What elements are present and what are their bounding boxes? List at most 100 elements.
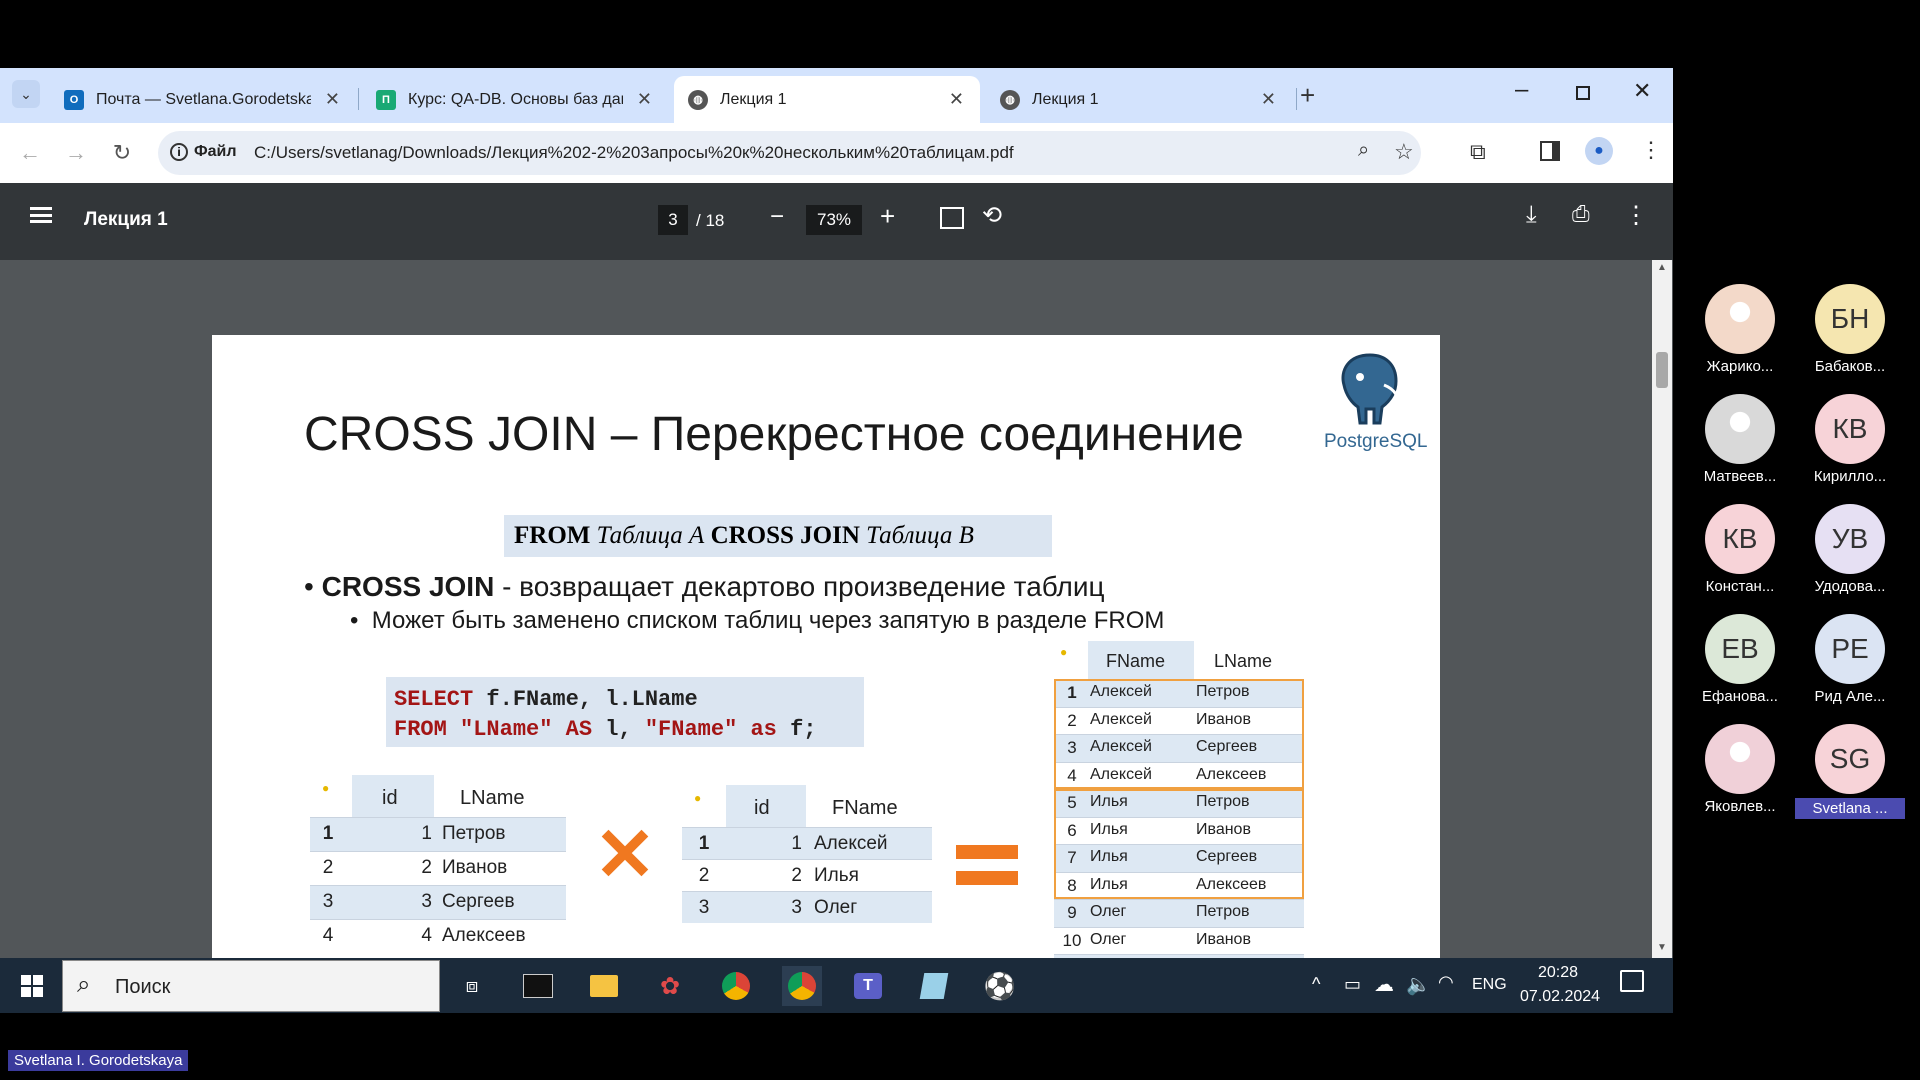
row-number: 2 (698, 865, 710, 886)
extensions-icon[interactable]: ⧉ (1470, 139, 1486, 165)
scroll-down-icon[interactable]: ▼ (1657, 942, 1667, 953)
browser-menu-icon[interactable]: ⋮ (1640, 137, 1662, 163)
syntax-table-b: Таблица В (866, 522, 974, 549)
sql-select-keyword: SELECT (394, 687, 474, 712)
tab-mail[interactable]: O Почта — Svetlana.Gorodetskaya ✕ (50, 76, 356, 123)
clock-date[interactable]: 07.02.2024 (1520, 988, 1600, 1006)
pdf-more-icon[interactable]: ⋮ (1624, 201, 1648, 230)
profile-icon[interactable]: ● (1585, 137, 1613, 165)
minimize-icon[interactable]: – (1515, 76, 1528, 104)
pdf-title: Лекция 1 (84, 209, 168, 230)
close-tab-icon[interactable]: ✕ (949, 89, 964, 110)
zoom-search-icon[interactable]: ⌕ (1358, 139, 1369, 162)
bookmark-star-icon[interactable]: ☆ (1394, 139, 1414, 165)
participant-tile[interactable]: УВ Удодова... (1795, 504, 1905, 595)
cell-fname: Олег (1090, 903, 1127, 920)
wifi-icon[interactable]: ◠ (1438, 972, 1454, 993)
tab-list-chevron-icon[interactable]: ⌄ (12, 80, 40, 108)
sql-table-lname: "LName" (446, 717, 553, 742)
column-header-fname: FName (1106, 651, 1166, 671)
cell-lname: Иванов (442, 857, 508, 878)
file-explorer-icon[interactable] (584, 966, 624, 1006)
omnibox[interactable]: i Файл C:/Users/svetlanag/Downloads/Лекц… (158, 131, 1421, 175)
avatar: РЕ (1815, 614, 1885, 684)
cell-fname: Илья (814, 865, 859, 886)
chrome-icon[interactable] (716, 966, 756, 1006)
zoom-out-icon[interactable]: − (770, 203, 784, 231)
cell-lname: Петров (442, 823, 506, 844)
page-number-input[interactable]: 3 (658, 205, 688, 235)
table-row[interactable] (310, 851, 566, 885)
participant-tile[interactable]: КВ Констан... (1685, 504, 1795, 595)
notifications-icon[interactable] (1620, 970, 1644, 992)
teams-icon[interactable]: T (848, 966, 888, 1006)
download-icon[interactable]: ⤓ (1526, 201, 1537, 229)
participant-tile[interactable]: Матвеев... (1685, 394, 1795, 485)
scroll-thumb[interactable] (1656, 352, 1668, 388)
row-number: 10 (1062, 930, 1082, 950)
volume-icon[interactable]: 🔈 (1406, 972, 1431, 997)
close-tab-icon[interactable]: ✕ (1261, 89, 1276, 110)
participant-tile[interactable]: КВ Кирилло... (1795, 394, 1905, 485)
table-row[interactable] (310, 885, 566, 919)
zoom-in-icon[interactable]: + (880, 201, 895, 232)
terminal-icon[interactable] (518, 966, 558, 1006)
restore-icon[interactable] (1576, 86, 1590, 100)
chrome-icon-active[interactable] (782, 966, 822, 1006)
tab-lecture-active[interactable]: ◍ Лекция 1 ✕ (674, 76, 980, 123)
participant-tile[interactable]: РЕ Рид Але... (1795, 614, 1905, 705)
game-app-icon[interactable]: ⚽ (980, 966, 1020, 1006)
pdf-scrollbar[interactable]: ▲ ▼ (1652, 260, 1672, 958)
participant-tile[interactable]: БН Бабаков... (1795, 284, 1905, 375)
tab-course[interactable]: П Курс: QA-DB. Основы баз данных ✕ (362, 76, 668, 123)
fit-page-icon[interactable] (940, 207, 964, 229)
tab-label: Лекция 1 (1032, 90, 1099, 108)
sql-select-columns: f.FName, l.LName (473, 687, 698, 712)
row-number: 2 (322, 857, 334, 878)
clock-time[interactable]: 20:28 (1538, 964, 1578, 982)
address-bar: ← → ↻ i Файл C:/Users/svetlanag/Download… (0, 123, 1673, 183)
info-icon[interactable]: i (170, 143, 188, 161)
syntax-box: FROM Таблица А CROSS JOIN Таблица В (504, 515, 1052, 557)
url-text[interactable]: C:/Users/svetlanag/Downloads/Лекция%202-… (254, 143, 1014, 163)
reload-icon[interactable]: ↻ (106, 137, 138, 169)
pdf-viewer[interactable]: PostgreSQL CROSS JOIN – Перекрестное сое… (0, 260, 1673, 958)
zoom-input[interactable]: 73% (806, 205, 862, 235)
task-view-icon[interactable]: ⧈ (452, 966, 492, 1006)
battery-icon[interactable]: ▭ (1344, 974, 1361, 995)
sql-code-box: SELECT f.FName, l.LName FROM "LName" AS … (386, 677, 864, 747)
table-row[interactable] (310, 919, 566, 953)
language-indicator[interactable]: ENG (1472, 976, 1507, 994)
page-total: / 18 (696, 211, 725, 230)
column-header-id: id (382, 787, 398, 809)
taskbar-search-box[interactable]: ⌕ Поиск (62, 960, 440, 1012)
scroll-up-icon[interactable]: ▲ (1657, 262, 1667, 273)
back-icon[interactable]: ← (14, 137, 46, 169)
participant-tile[interactable]: SG Svetlana ... (1795, 724, 1905, 819)
row-number: 9 (1067, 903, 1077, 922)
app-icon[interactable]: ✿ (650, 966, 690, 1006)
participant-tile[interactable]: Яковлев... (1685, 724, 1795, 815)
participant-tile[interactable]: Жарико... (1685, 284, 1795, 375)
tray-chevron-icon[interactable]: ^ (1312, 974, 1320, 995)
notes-app-icon[interactable] (914, 966, 954, 1006)
side-panel-icon[interactable] (1540, 141, 1560, 161)
key-icon: ● (694, 791, 702, 805)
hamburger-menu-icon[interactable] (30, 207, 52, 223)
windows-taskbar: ⌕ Поиск ⧈ ✿ T ⚽ ^ ▭ ☁ 🔈 ◠ ENG 20:28 07.0… (0, 958, 1673, 1013)
print-icon[interactable]: ⎙ (1572, 201, 1590, 227)
cloud-icon[interactable]: ☁ (1374, 972, 1394, 997)
close-tab-icon[interactable]: ✕ (325, 89, 340, 110)
file-chip[interactable]: Файл (194, 143, 237, 161)
new-tab-icon[interactable]: + (1300, 80, 1315, 111)
equals-icon (956, 845, 1018, 885)
table-row[interactable] (310, 817, 566, 851)
sql-table-fname: "FName" (631, 717, 738, 742)
windows-start-icon[interactable] (12, 966, 52, 1006)
close-tab-icon[interactable]: ✕ (637, 89, 652, 110)
rotate-icon[interactable]: ⟲ (982, 201, 1002, 230)
tab-lecture[interactable]: ◍ Лекция 1 ✕ (986, 76, 1292, 123)
close-window-icon[interactable]: ✕ (1633, 78, 1651, 104)
forward-icon[interactable]: → (60, 137, 92, 169)
participant-tile[interactable]: ЕВ Ефанова... (1685, 614, 1795, 705)
